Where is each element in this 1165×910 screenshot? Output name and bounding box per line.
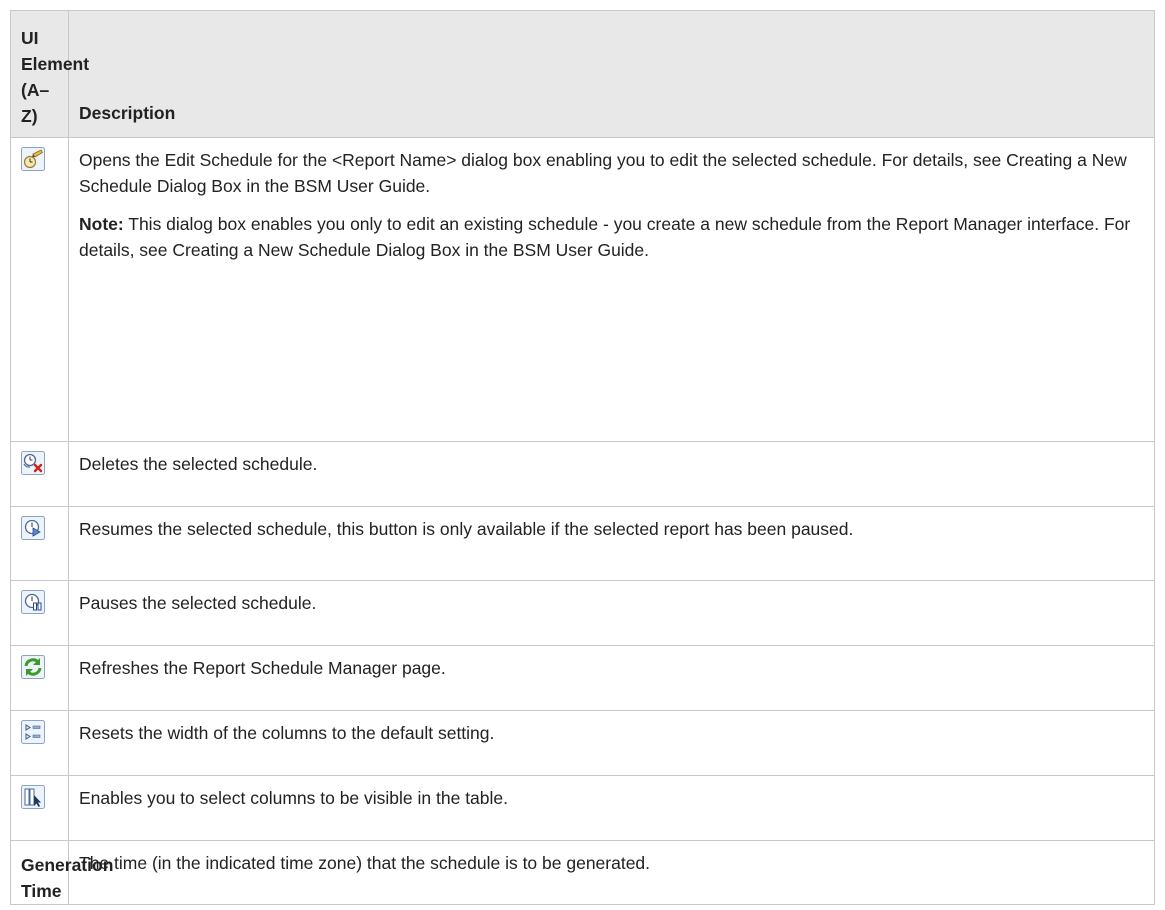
- description-cell: Pauses the selected schedule.: [68, 580, 1155, 646]
- description-cell: Enables you to select columns to be visi…: [68, 775, 1155, 841]
- table-row: Opens the Edit Schedule for the <Report …: [10, 137, 1155, 442]
- ui-element-cell: [10, 580, 69, 646]
- table-row: Generation Time The time (in the indicat…: [10, 840, 1155, 905]
- note-text: This dialog box enables you only to edit…: [79, 214, 1131, 260]
- edit-schedule-icon: [21, 147, 45, 171]
- description-cell: Resets the width of the columns to the d…: [68, 710, 1155, 776]
- description-cell: Opens the Edit Schedule for the <Report …: [68, 137, 1155, 442]
- select-columns-icon: [21, 785, 45, 809]
- table-row: Deletes the selected schedule.: [10, 441, 1155, 507]
- column-header-ui-element: UI Element (A–Z): [10, 10, 89, 138]
- description-cell: The time (in the indicated time zone) th…: [68, 840, 1155, 905]
- table-row: Enables you to select columns to be visi…: [10, 775, 1155, 841]
- ui-element-cell: [10, 645, 69, 711]
- table-row: Resets the width of the columns to the d…: [10, 710, 1155, 776]
- ui-element-cell: [10, 710, 69, 776]
- delete-schedule-icon: [21, 451, 45, 475]
- description-text: Opens the Edit Schedule for the <Report …: [79, 150, 1127, 196]
- note-label: Note:: [79, 214, 124, 234]
- note-paragraph: Note: This dialog box enables you only t…: [79, 211, 1144, 263]
- ui-element-cell: [10, 506, 69, 581]
- ui-element-cell: [10, 775, 69, 841]
- ui-element-cell: [10, 441, 69, 507]
- column-header-description: Description: [68, 10, 1155, 138]
- pause-schedule-icon: [21, 590, 45, 614]
- table-row: Pauses the selected schedule.: [10, 580, 1155, 646]
- refresh-icon: [21, 655, 45, 679]
- ui-elements-table: UI Element (A–Z) Description Opens the E…: [10, 10, 1155, 905]
- table-header-row: UI Element (A–Z) Description: [10, 10, 1155, 138]
- description-cell: Deletes the selected schedule.: [68, 441, 1155, 507]
- table-row: Refreshes the Report Schedule Manager pa…: [10, 645, 1155, 711]
- reset-column-width-icon: [21, 720, 45, 744]
- ui-element-cell: [10, 137, 69, 442]
- description-cell: Resumes the selected schedule, this butt…: [68, 506, 1155, 581]
- table-row: Resumes the selected schedule, this butt…: [10, 506, 1155, 581]
- description-cell: Refreshes the Report Schedule Manager pa…: [68, 645, 1155, 711]
- ui-element-name: Generation Time: [10, 840, 113, 905]
- resume-schedule-icon: [21, 516, 45, 540]
